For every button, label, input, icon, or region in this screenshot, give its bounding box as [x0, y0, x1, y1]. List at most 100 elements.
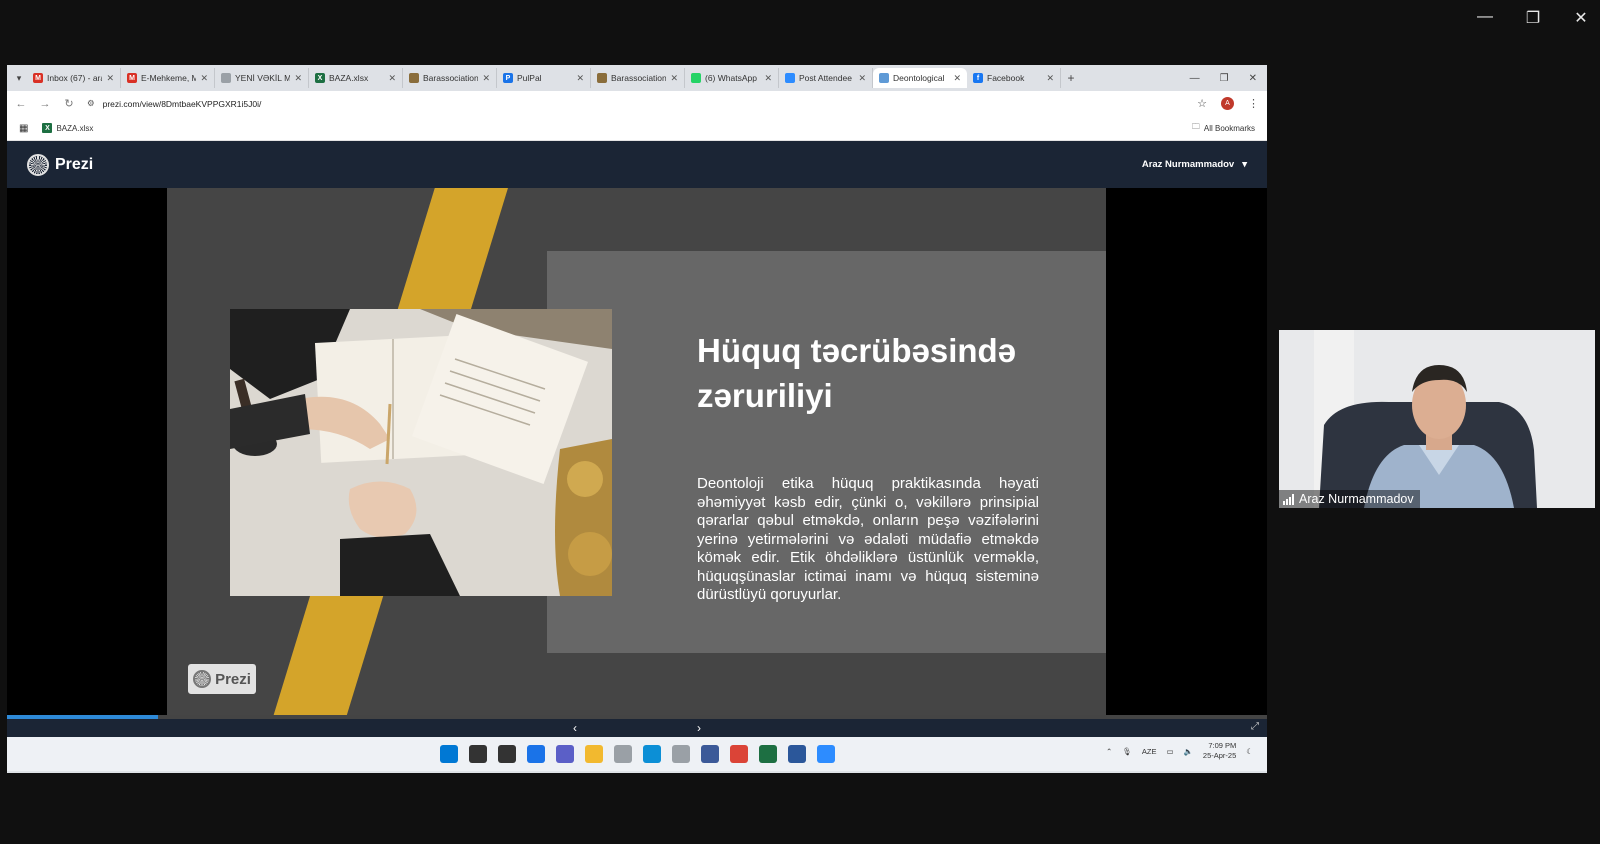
word-icon[interactable] — [787, 745, 806, 763]
browser-tab[interactable]: Barassociation ✕ — [591, 68, 685, 88]
browser-tab[interactable]: M E-Mehkeme, M ✕ — [121, 68, 215, 88]
tab-close-icon[interactable]: ✕ — [388, 73, 396, 84]
app-icon[interactable] — [613, 745, 632, 763]
facebook-icon: f — [973, 73, 983, 83]
edge-icon[interactable] — [642, 745, 661, 763]
tab-label: Deontological — [893, 73, 945, 83]
browser-tab[interactable]: YENİ VƏKİL MÜ✕ — [215, 68, 309, 88]
fullscreen-icon[interactable]: ⤢ — [1251, 721, 1259, 732]
browser-tab[interactable]: (6) WhatsApp ✕ — [685, 68, 779, 88]
tab-close-icon[interactable]: ✕ — [200, 73, 208, 84]
bookmark-baza[interactable]: X BAZA.xlsx — [42, 123, 93, 133]
browser-tab[interactable]: Post Attendee ✕ — [779, 68, 873, 88]
address-bar: ← → ↻ ⚙ prezi.com/view/8DmtbaeKVPPGXR1i5… — [7, 91, 1267, 116]
tray-chevron-icon[interactable]: ⌃ — [1106, 747, 1112, 756]
prezi-logo-icon — [27, 153, 49, 176]
prezi-brand: Prezi — [55, 155, 94, 173]
back-icon[interactable]: ← — [15, 98, 27, 110]
browser-tab-strip: ▾ M Inbox (67) - ara ✕ M E-Mehkeme, M ✕ YENİ V… — [7, 65, 1267, 91]
browser-tab[interactable]: Deontological ✕ — [873, 68, 967, 88]
globe-icon — [879, 73, 889, 83]
browser-window-controls: — ❐ ✕ — [1190, 73, 1267, 84]
windows-start-icon[interactable] — [439, 745, 458, 763]
new-tab-button[interactable]: + — [1061, 71, 1081, 85]
browser-tab[interactable]: M Inbox (67) - ara ✕ — [27, 68, 121, 88]
browser-tab[interactable]: Barassociation ✕ — [403, 68, 497, 88]
tab-close-icon[interactable]: ✕ — [576, 73, 584, 84]
excel-icon[interactable] — [758, 745, 777, 763]
profile-avatar[interactable]: A — [1221, 97, 1234, 110]
browser-tab[interactable]: X BAZA.xlsx ✕ — [309, 68, 403, 88]
excel-icon: X — [315, 73, 325, 83]
tab-close-icon[interactable]: ✕ — [482, 73, 490, 84]
task-view-icon[interactable] — [497, 745, 516, 763]
browser-restore-button[interactable]: ❐ — [1220, 73, 1229, 84]
tab-close-icon[interactable]: ✕ — [294, 73, 302, 84]
taskbar-apps — [439, 745, 835, 763]
outer-close-button[interactable]: ✕ — [1570, 8, 1592, 28]
tab-label: (6) WhatsApp — [705, 73, 757, 83]
volume-icon[interactable]: 🔈 — [1184, 747, 1193, 756]
next-slide-button[interactable]: › — [697, 721, 701, 735]
browser-tab[interactable]: f Facebook ✕ — [967, 68, 1061, 88]
forward-icon[interactable]: → — [39, 98, 51, 110]
apps-grid-icon[interactable]: ▦ — [19, 123, 28, 134]
prezi-header: Prezi Araz Nurmammadov ▾ — [7, 141, 1267, 188]
clock[interactable]: 7:09 PM 25-Apr-25 — [1203, 741, 1236, 761]
prezi-logo[interactable]: Prezi — [27, 153, 94, 176]
tab-label: E-Mehkeme, M — [141, 73, 197, 83]
zoom-icon[interactable] — [816, 745, 835, 763]
outer-restore-button[interactable]: ❐ — [1522, 8, 1544, 28]
signal-strength-icon — [1283, 493, 1294, 505]
all-bookmarks-label: All Bookmarks — [1203, 123, 1255, 133]
zoom-icon — [785, 73, 795, 83]
tab-close-icon[interactable]: ✕ — [106, 73, 114, 84]
teams-icon[interactable] — [555, 745, 574, 763]
slide-photo — [230, 309, 612, 596]
document-icon — [221, 73, 231, 83]
shared-screen: ▾ M Inbox (67) - ara ✕ M E-Mehkeme, M ✕ YENİ V… — [7, 65, 1267, 773]
site-info-icon[interactable]: ⚙ — [87, 98, 95, 109]
outer-minimize-button[interactable]: — — [1474, 8, 1496, 28]
app2-icon[interactable] — [671, 745, 690, 763]
previous-slide-button[interactable]: ‹ — [573, 721, 577, 735]
tab-search-icon[interactable]: ▾ — [11, 73, 27, 84]
tab-close-icon[interactable]: ✕ — [858, 73, 866, 84]
reload-icon[interactable]: ↻ — [63, 97, 75, 110]
user-menu[interactable]: Araz Nurmammadov ▾ — [1142, 159, 1247, 170]
tab-label: Barassociation — [423, 73, 479, 83]
bookmark-star-icon[interactable]: ☆ — [1197, 97, 1207, 110]
search-icon[interactable] — [468, 745, 487, 763]
browser-menu-icon[interactable]: ⋮ — [1248, 97, 1259, 110]
clock-date: 25-Apr-25 — [1202, 751, 1237, 760]
file-explorer-icon[interactable] — [584, 745, 603, 763]
tab-close-icon[interactable]: ✕ — [764, 73, 772, 84]
prezi-watermark-badge[interactable]: Prezi — [188, 664, 256, 694]
bookmarks-bar: ▦ X BAZA.xlsx 🗀 All Bookmarks — [7, 116, 1267, 141]
chrome-icon[interactable] — [729, 745, 748, 763]
outer-window-controls: — ❐ ✕ — [1474, 8, 1592, 28]
moon-icon[interactable]: ☾ — [1246, 747, 1253, 756]
all-bookmarks[interactable]: 🗀 All Bookmarks — [1192, 121, 1255, 135]
tab-close-icon[interactable]: ✕ — [953, 73, 961, 84]
presentation-stage: Hüquq təcrübəsində zəruriliyi Deontoloji… — [7, 188, 1267, 715]
language-indicator[interactable]: AZE — [1142, 747, 1157, 756]
participant-name-label: Araz Nurmammadov — [1279, 490, 1420, 508]
slide-title: Hüquq təcrübəsində zəruriliyi — [697, 332, 1017, 414]
microphone-icon[interactable]: 🎙 — [1122, 747, 1132, 756]
browser-close-button[interactable]: ✕ — [1249, 73, 1257, 84]
browser-tab[interactable]: P PulPal ✕ — [497, 68, 591, 88]
presentation-controls: ‹ › ⤢ — [7, 719, 1267, 737]
bookmark-label: BAZA.xlsx — [56, 123, 94, 133]
tab-label: PulPal — [517, 73, 542, 83]
tab-label: Barassociation — [611, 73, 667, 83]
widgets-icon[interactable] — [526, 745, 545, 763]
bar-association-icon — [409, 73, 419, 83]
tab-close-icon[interactable]: ✕ — [670, 73, 678, 84]
app3-icon[interactable] — [700, 745, 719, 763]
tab-close-icon[interactable]: ✕ — [1046, 73, 1054, 84]
url-field[interactable]: ⚙ prezi.com/view/8DmtbaeKVPPGXR1i5J0i/ — [87, 98, 1185, 109]
browser-minimize-button[interactable]: — — [1190, 73, 1200, 84]
network-icon[interactable]: ▭ — [1166, 747, 1173, 756]
tab-label: Facebook — [987, 73, 1025, 83]
